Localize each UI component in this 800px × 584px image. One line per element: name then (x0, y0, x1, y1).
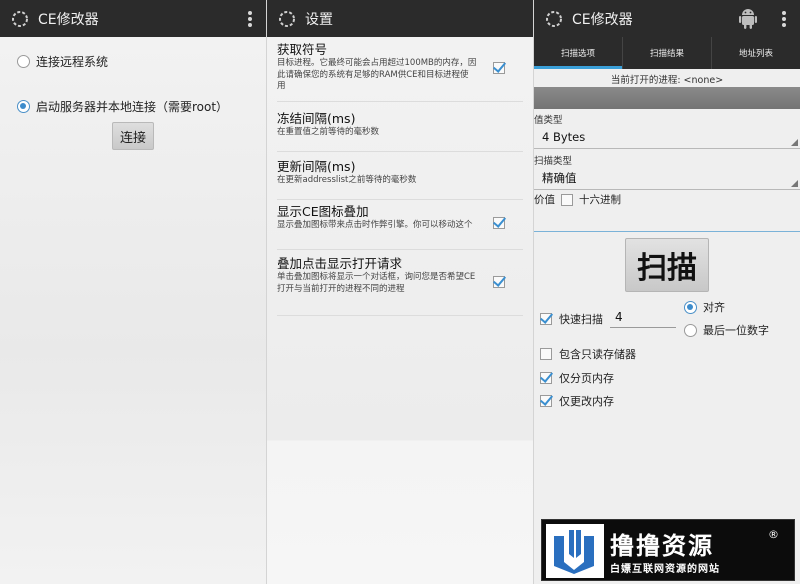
setting-title: 冻结间隔(ms) (277, 111, 356, 126)
watermark-banner: 撸撸资源 ® 白嫖互联网资源的网站 (541, 519, 795, 581)
fast-scan-row[interactable]: 快速扫描 (540, 311, 603, 327)
setting-desc: 在重置值之前等待的毫秒数 (277, 127, 380, 137)
include-readonly-row[interactable]: 包含只读存储器 (540, 346, 636, 362)
setting-checkbox[interactable] (493, 217, 505, 229)
value-type-spinner[interactable]: 4 Bytes (534, 125, 800, 149)
value-type-value: 4 Bytes (542, 129, 586, 144)
android-icon[interactable] (738, 6, 758, 30)
overflow-menu-icon[interactable] (782, 11, 786, 27)
changed-memory-label: 仅更改内存 (559, 395, 614, 408)
radio-align[interactable] (684, 300, 697, 314)
ce-app-icon (546, 10, 562, 27)
radio-last-digit[interactable] (684, 323, 697, 337)
settings-panel: 设置 获取符号 目标进程。它最终可能会占用超过100MB的内存，因此请确保您的系… (267, 0, 533, 584)
last-digit-option[interactable]: 最后一位数字 (684, 322, 769, 338)
ce-app-icon (12, 10, 28, 27)
ce-app-icon (279, 10, 295, 27)
value-type-label: 值类型 (534, 115, 563, 126)
paged-memory-label: 仅分页内存 (559, 372, 614, 385)
action-bar: CE修改器 (534, 0, 800, 37)
setting-freeze-interval[interactable]: 冻结间隔(ms) 在重置值之前等待的毫秒数 (277, 102, 523, 152)
action-bar: CE修改器 (0, 0, 266, 37)
option-local-server[interactable]: 启动服务器并本地连接（需要root） (17, 98, 228, 115)
last-digit-label: 最后一位数字 (703, 324, 769, 337)
setting-title: 叠加点击显示打开请求 (277, 256, 403, 271)
scan-type-label: 扫描类型 (534, 156, 573, 167)
include-readonly-label: 包含只读存储器 (559, 348, 636, 361)
paged-memory-row[interactable]: 仅分页内存 (540, 370, 614, 386)
value-label: 价值 (534, 194, 555, 206)
setting-show-overlay[interactable]: 显示CE图标叠加 显示叠加图标带来点击时作弊引擎。你可以移动这个 (277, 200, 523, 250)
changed-memory-checkbox[interactable] (540, 395, 552, 407)
setting-title: 获取符号 (277, 42, 328, 57)
fast-scan-checkbox[interactable] (540, 313, 552, 325)
setting-fetch-symbols[interactable]: 获取符号 目标进程。它最终可能会占用超过100MB的内存，因此请确保您的系统有足… (277, 40, 523, 102)
connect-panel: CE修改器 连接远程系统 启动服务器并本地连接（需要root） 连接 (0, 0, 266, 584)
current-process-label: 当前打开的进程: <none> (610, 75, 724, 86)
setting-title: 更新间隔(ms) (277, 159, 356, 174)
watermark-subtitle: 白嫖互联网资源的网站 (610, 564, 720, 575)
watermark-logo-icon (554, 530, 594, 574)
value-row: 价值 十六进制 (534, 192, 621, 207)
tab-bar: 扫描选项 扫描结果 地址列表 (534, 37, 800, 69)
watermark-title: 撸撸资源 (610, 532, 714, 560)
scan-panel: CE修改器 扫描选项 扫描结果 地址列表 当前打开的进程: <none> 值类型… (534, 0, 800, 584)
value-input[interactable] (534, 212, 800, 232)
overflow-menu-icon[interactable] (248, 11, 252, 27)
tab-scan-options[interactable]: 扫描选项 (534, 37, 623, 69)
setting-desc: 单击叠加图标将显示一个对话框，询问您是否希望CE打开与当前打开的进程不同的进程 (277, 272, 476, 294)
watermark-logo (546, 524, 604, 578)
hex-label: 十六进制 (579, 194, 621, 206)
paged-memory-checkbox[interactable] (540, 372, 552, 384)
option-local-label: 启动服务器并本地连接（需要root） (36, 100, 229, 114)
process-select-bar[interactable] (534, 87, 800, 109)
scan-button[interactable]: 扫描 (625, 238, 709, 292)
setting-checkbox[interactable] (493, 276, 505, 288)
connect-button[interactable]: 连接 (112, 122, 154, 150)
app-title: CE修改器 (572, 11, 633, 28)
app-title: CE修改器 (38, 11, 99, 28)
setting-desc: 显示叠加图标带来点击时作弊引擎。你可以移动这个 (277, 220, 473, 230)
setting-desc: 目标进程。它最终可能会占用超过100MB的内存，因此请确保您的系统有足够的RAM… (277, 58, 477, 91)
hex-checkbox[interactable] (561, 193, 573, 206)
tab-scan-results[interactable]: 扫描结果 (623, 37, 712, 69)
option-remote-connect[interactable]: 连接远程系统 (17, 53, 108, 70)
scan-type-value: 精确值 (542, 170, 577, 185)
settings-title: 设置 (305, 11, 333, 28)
setting-checkbox[interactable] (493, 62, 505, 74)
setting-overlay-open-request[interactable]: 叠加点击显示打开请求 单击叠加图标将显示一个对话框，询问您是否希望CE打开与当前… (277, 250, 523, 316)
align-option[interactable]: 对齐 (684, 299, 725, 315)
scan-type-spinner[interactable]: 精确值 (534, 166, 800, 190)
radio-local[interactable] (17, 100, 30, 113)
include-readonly-checkbox[interactable] (540, 348, 552, 360)
radio-remote[interactable] (17, 55, 30, 68)
tab-address-list[interactable]: 地址列表 (712, 37, 800, 69)
setting-update-interval[interactable]: 更新间隔(ms) 在更新addresslist之前等待的毫秒数 (277, 152, 523, 200)
registered-mark: ® (768, 528, 779, 541)
fast-scan-label: 快速扫描 (559, 313, 603, 326)
option-remote-label: 连接远程系统 (36, 55, 109, 69)
fast-scan-value-input[interactable]: 4 (610, 306, 676, 328)
setting-desc: 在更新addresslist之前等待的毫秒数 (277, 175, 417, 185)
align-label: 对齐 (703, 301, 725, 314)
changed-memory-row[interactable]: 仅更改内存 (540, 393, 614, 409)
action-bar: 设置 (267, 0, 533, 37)
setting-title: 显示CE图标叠加 (277, 204, 369, 219)
